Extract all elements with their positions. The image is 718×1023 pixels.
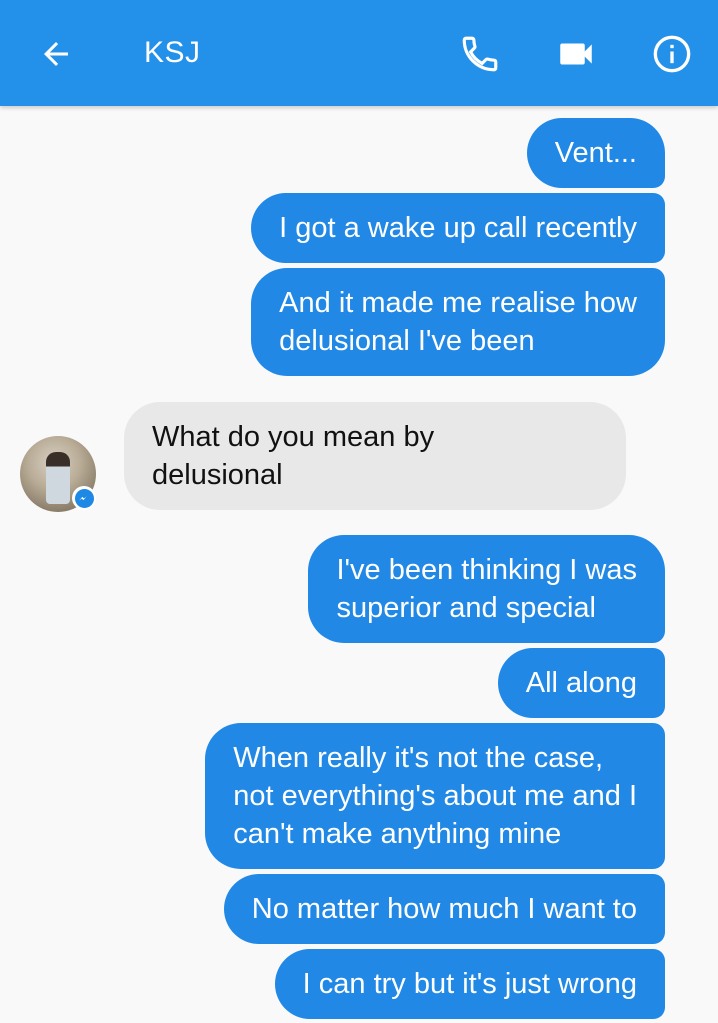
message-row: I can try but it's just wrong [274,949,665,1019]
messenger-icon [78,495,87,501]
message-row: I got a wake up call recently [251,193,665,263]
incoming-message[interactable]: What do you mean by delusional [124,402,626,510]
chat-header: KSJ [0,0,718,106]
contact-name[interactable]: KSJ [144,33,201,73]
outgoing-message[interactable]: No matter how much I want to [223,874,665,944]
outgoing-message[interactable]: Vent... [526,118,665,188]
voice-call-button[interactable] [452,26,508,82]
back-button[interactable] [28,26,84,82]
message-row: Vent... [526,118,665,188]
message-row: No matter how much I want to [223,874,665,944]
outgoing-message[interactable]: And it made me realise how delusional I'… [251,268,665,376]
outgoing-message[interactable]: I can try but it's just wrong [274,949,665,1019]
outgoing-message[interactable]: All along [497,648,665,718]
message-row: And it made me realise how delusional I'… [251,268,665,376]
info-button[interactable] [644,26,700,82]
outgoing-message[interactable]: I got a wake up call recently [251,193,665,263]
message-row: When really it's not the case, not every… [205,723,665,869]
message-row: What do you mean by delusional [124,402,626,510]
outgoing-message[interactable]: When really it's not the case, not every… [205,723,665,869]
video-call-button[interactable] [548,26,604,82]
phone-icon [462,36,498,72]
message-row: All along [497,648,665,718]
messenger-badge [72,486,96,510]
message-list[interactable]: Vent... I got a wake up call recently An… [0,106,718,1023]
avatar-photo [46,452,70,504]
info-icon [653,35,691,73]
outgoing-message[interactable]: I've been thinking I was superior and sp… [308,535,665,643]
message-row: I've been thinking I was superior and sp… [308,535,665,643]
video-camera-icon [560,43,592,65]
arrow-left-icon [44,42,68,66]
